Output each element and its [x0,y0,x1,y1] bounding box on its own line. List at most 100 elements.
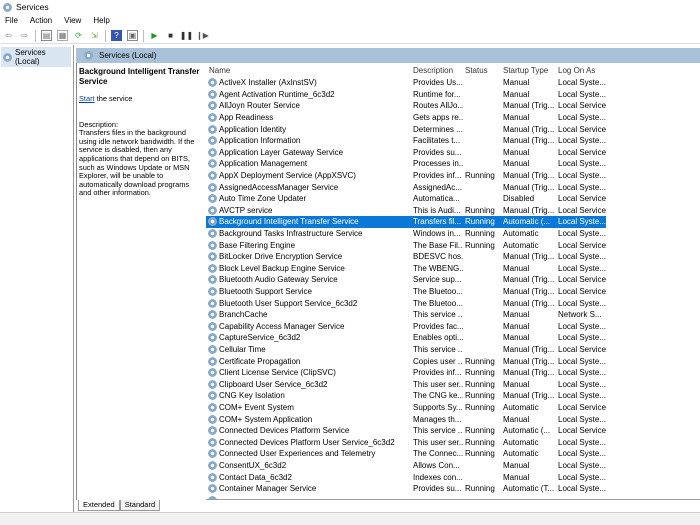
service-gear-icon [208,437,217,447]
service-status: Running [465,403,495,413]
service-description: This is Audi... [413,205,461,215]
service-startup-type: Automatic [503,240,539,250]
service-row[interactable]: COM+ System Application Manages th... Manu… [206,413,606,425]
service-name: Application Information [219,136,301,146]
service-row[interactable]: Connected Devices Platform Service This s… [206,425,606,437]
help-icon[interactable]: ? [111,30,122,41]
service-row[interactable]: CNG Key Isolation The CNG ke... Running Man… [206,390,606,402]
pause-service-icon[interactable]: ❚❚ [180,30,193,41]
service-startup-type: Manual (Trig... [503,356,555,366]
service-row[interactable]: Cellular Time This service ... Manual (Tri… [206,344,606,356]
service-row[interactable]: Bluetooth User Support Service_6c3d2 The … [206,297,606,309]
column-status[interactable]: Status [465,66,501,75]
service-description: Provides inf... [413,171,462,181]
console-icon[interactable]: ▣ [127,30,138,41]
service-log-on-as: Local Service [558,101,606,111]
start-service-link[interactable]: Start [79,94,95,103]
service-row[interactable]: AllJoyn Router Service Routes AllJo... Man… [206,100,606,112]
menu-help[interactable]: Help [93,16,109,25]
service-gear-icon [208,403,217,413]
export-list-icon[interactable]: ⇲ [89,30,100,41]
service-row[interactable]: Auto Time Zone Updater Automatica... Disab… [206,193,606,205]
service-name: AVCTP service [219,205,273,215]
service-gear-icon [208,495,217,499]
service-row[interactable]: BitLocker Drive Encryption Service BDESVC… [206,251,606,263]
service-name: AppX Deployment Service (AppXSVC) [219,171,356,181]
service-row[interactable]: Application Identity Determines ... Manual… [206,123,606,135]
menu-view[interactable]: View [64,16,81,25]
restart-service-icon[interactable]: ❙▶ [196,30,209,41]
service-row[interactable]: Bluetooth Audio Gateway Service Service s… [206,274,606,286]
tab-extended[interactable]: Extended [78,500,120,511]
service-row[interactable]: Application Management Processes in... Man… [206,158,606,170]
service-row[interactable]: AVCTP service This is Audi... Running Manua… [206,205,606,217]
service-name: Block Level Backup Engine Service [219,263,345,273]
service-row[interactable]: Background Intelligent Transfer Service T… [206,216,606,228]
properties-icon[interactable]: ▦ [57,30,68,41]
stop-service-icon[interactable]: ■ [165,30,176,41]
menu-file[interactable]: File [5,16,18,25]
menu-action[interactable]: Action [30,16,52,25]
service-gear-icon [208,205,217,215]
service-startup-type: Manual (Trig... [503,182,555,192]
service-name: App Readiness [219,113,274,123]
start-service-icon[interactable]: ▶ [149,30,160,41]
column-log-on-as[interactable]: Log On As [558,66,606,75]
service-row[interactable]: Client License Service (ClipSVC) Provides… [206,367,606,379]
service-log-on-as: Local Service [558,275,606,285]
column-description[interactable]: Description [413,66,463,75]
refresh-icon[interactable]: ⟳ [73,30,84,41]
service-row[interactable]: Base Filtering Engine The Base Fil... Runn… [206,239,606,251]
service-log-on-as: Local Syste... [558,391,606,401]
service-row[interactable]: App Readiness Gets apps re... Manual Local … [206,112,606,124]
service-gear-icon [208,333,217,343]
service-detail-title: Background Intelligent Transfer Service [79,67,200,86]
service-row[interactable]: BranchCache This service ... Manual Network… [206,309,606,321]
service-gear-icon [208,194,217,204]
service-row[interactable]: Certificate Propagation Copies user ... Ru… [206,355,606,367]
service-row[interactable]: Block Level Backup Engine Service The WBE… [206,263,606,275]
column-startup-type[interactable]: Startup Type [503,66,556,75]
service-startup-type: Manual (Trig... [503,252,555,262]
service-row[interactable]: AppX Deployment Service (AppXSVC) Provide… [206,170,606,182]
service-row[interactable]: CaptureService_6c3d2 Enables opti... Manua… [206,332,606,344]
service-row[interactable]: AssignedAccessManager Service AssignedAc.… [206,181,606,193]
service-gear-icon [208,182,217,192]
service-row[interactable]: COM+ Event System Supports Sy... Running Au… [206,402,606,414]
view-tabs: Extended Standard [78,500,161,511]
service-name: CNG Key Isolation [219,391,285,401]
service-log-on-as: Network S... [558,310,602,320]
service-name: Container Manager Service [219,484,317,494]
show-hide-tree-icon[interactable]: ▤ [41,30,52,41]
service-row[interactable]: ConsentUX_6c3d2 Allows Con... Manual Local … [206,460,606,472]
service-description: Routes AllJo... [413,101,463,111]
service-startup-type: Automatic [503,229,539,239]
service-row[interactable]: Background Tasks Infrastructure Service W… [206,228,606,240]
services-app-icon [3,2,12,12]
service-row[interactable]: Contact Data_6c3d2 Indexes con... Manual Lo… [206,471,606,483]
service-row[interactable]: ActiveX Installer (AxInstSV) Provides Us.… [206,77,606,89]
service-row[interactable]: Clipboard User Service_6c3d2 This user se… [206,379,606,391]
service-row[interactable]: Container Manager Service Provides su... R… [206,483,606,495]
service-description: This service ... [413,310,463,320]
service-row[interactable]: Application Information Facilitates t... M… [206,135,606,147]
tree-item-services-local[interactable]: Services (Local) [1,47,71,67]
service-log-on-as: Local Syste... [558,229,606,239]
service-status: Running [465,205,495,215]
service-row[interactable]: Bluetooth Support Service The Bluetoo... M… [206,286,606,298]
tab-standard[interactable]: Standard [119,500,161,511]
service-row[interactable]: Application Layer Gateway Service Provide… [206,147,606,159]
service-row[interactable]: Capability Access Manager Service Provide… [206,321,606,333]
service-startup-type: Manual [503,78,530,88]
back-icon[interactable]: ⇦ [3,30,14,41]
service-log-on-as: Local Syste... [558,414,606,424]
service-log-on-as: Local Service [558,345,606,355]
service-row[interactable] [206,495,606,499]
service-row[interactable]: Connected Devices Platform User Service_… [206,437,606,449]
forward-icon[interactable]: ⇨ [19,30,30,41]
service-log-on-as: Local Service [558,287,606,297]
service-startup-type: Manual [503,472,530,482]
service-row[interactable]: Connected User Experiences and Telemetry… [206,448,606,460]
service-row[interactable]: Agent Activation Runtime_6c3d2 Runtime fo… [206,89,606,101]
column-name[interactable]: Name [209,66,401,75]
